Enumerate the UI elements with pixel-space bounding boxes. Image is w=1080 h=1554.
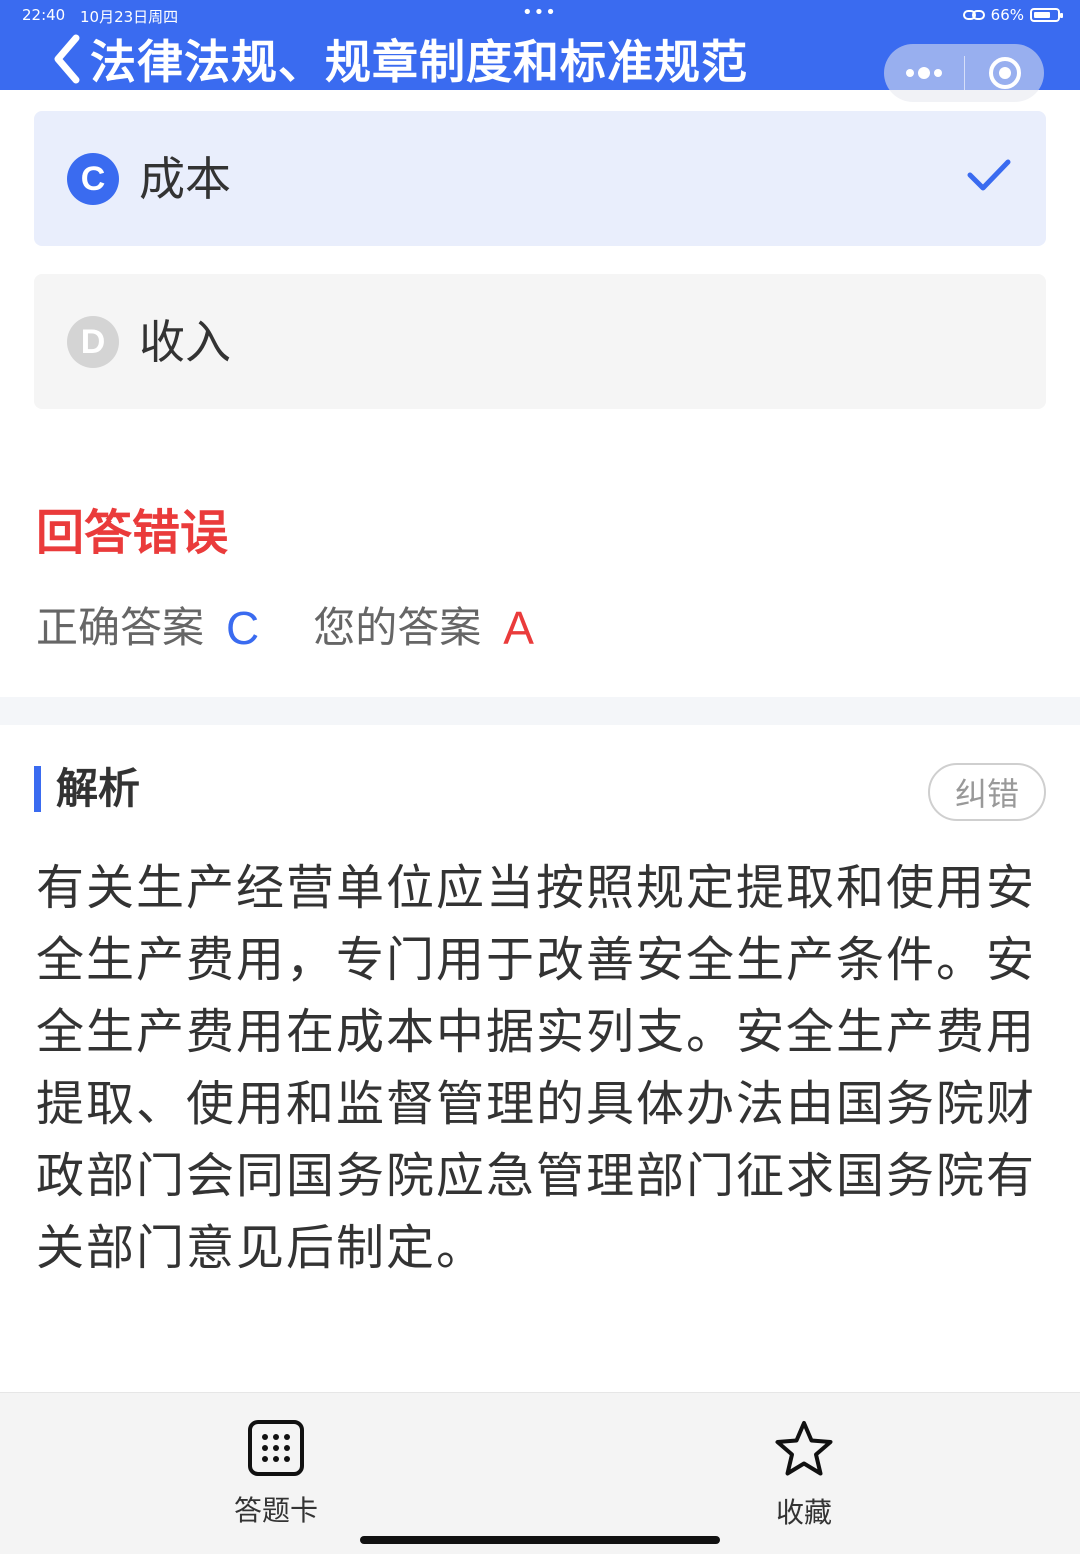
app-header: 22:40 10月23日周四 ••• 66% 法律法规、规章制度和标准规范	[0, 0, 1080, 102]
status-time: 22:40	[22, 6, 66, 24]
link-icon	[962, 10, 985, 20]
battery-percent: 66%	[990, 6, 1024, 24]
your-answer-label: 您的答案	[313, 603, 482, 652]
home-indicator[interactable]	[360, 1536, 720, 1544]
star-icon	[775, 1421, 833, 1476]
check-icon	[967, 159, 1011, 191]
answer-card-button[interactable]: 答题卡	[206, 1419, 346, 1529]
page-title: 法律法规、规章制度和标准规范	[90, 35, 748, 89]
more-dots-icon	[906, 67, 942, 79]
grid-icon	[248, 1420, 304, 1476]
option-text: 成本	[139, 152, 231, 206]
close-button[interactable]	[965, 44, 1044, 102]
option-c[interactable]: C 成本	[34, 111, 1046, 246]
analysis-heading: 解析	[56, 764, 141, 813]
status-right: 66%	[962, 6, 1063, 24]
multitask-dots[interactable]: •••	[522, 2, 557, 23]
analysis-text: 有关生产经营单位应当按照规定提取和使用安全生产费用，专门用于改善安全生产条件。安…	[36, 860, 1037, 1276]
correct-answer-label: 正确答案	[36, 603, 205, 652]
option-letter-badge: D	[67, 316, 119, 368]
report-error-button[interactable]: 纠错	[928, 763, 1046, 821]
favorite-label: 收藏	[775, 1496, 832, 1529]
chevron-left-icon[interactable]	[48, 32, 88, 86]
battery-icon	[1030, 8, 1063, 22]
correct-answer-value: C	[226, 602, 260, 654]
section-accent-bar	[34, 766, 41, 812]
favorite-button[interactable]: 收藏	[734, 1419, 874, 1531]
option-letter-badge: C	[67, 153, 119, 205]
answer-summary: 正确答案 C 您的答案 A	[36, 600, 534, 656]
bottom-toolbar: 答题卡 收藏	[0, 1392, 1080, 1554]
section-divider	[0, 697, 1080, 725]
answer-card-label: 答题卡	[233, 1494, 318, 1527]
target-close-icon	[988, 57, 1021, 89]
result-title: 回答错误	[36, 505, 229, 561]
status-date: 10月23日周四	[80, 8, 179, 26]
your-answer-value: A	[503, 602, 534, 654]
more-button[interactable]	[884, 44, 964, 102]
option-d[interactable]: D 收入	[34, 274, 1046, 409]
option-text: 收入	[139, 315, 231, 369]
mini-program-capsule	[884, 44, 1044, 102]
